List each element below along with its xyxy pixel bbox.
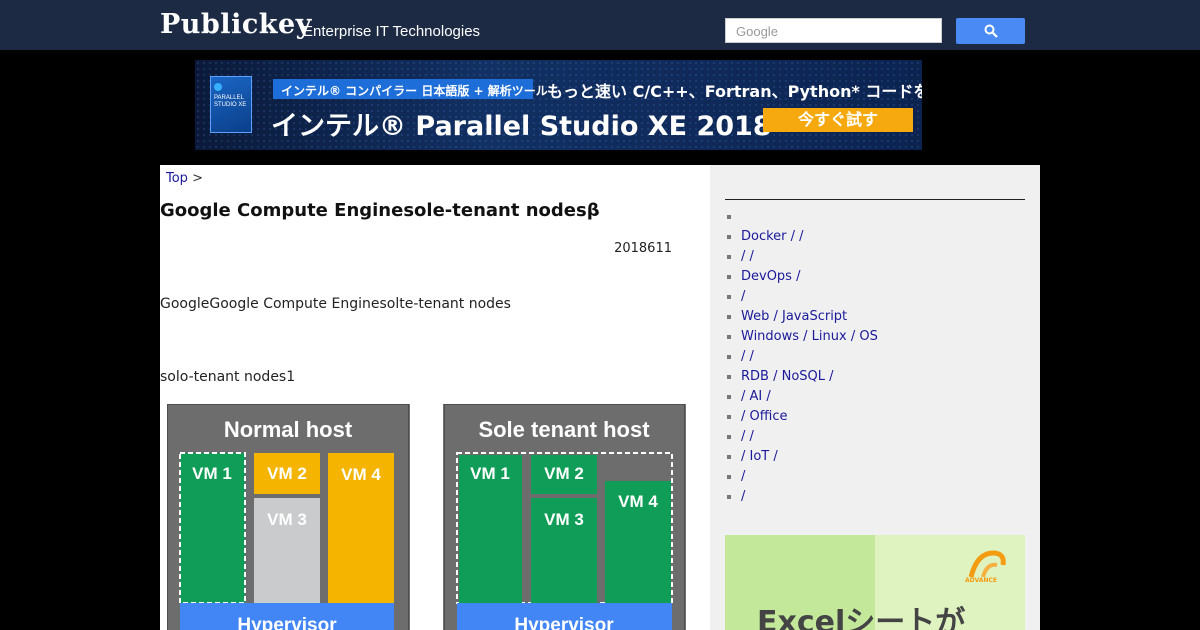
category-item[interactable]: RDB / NoSQL /: [725, 367, 878, 387]
article-title: Google Compute Enginesole-tenant nodesβ: [160, 200, 600, 221]
article-date: 2018611: [614, 241, 672, 256]
category-item[interactable]: / Office: [725, 407, 878, 427]
normal-vm1-label: VM 1: [192, 464, 232, 483]
banner-cta-button[interactable]: 今すぐ試す: [763, 108, 913, 132]
category-item[interactable]: / /: [725, 347, 878, 367]
category-item[interactable]: / /: [725, 247, 878, 267]
category-link[interactable]: Web / JavaScript: [741, 309, 847, 324]
sidebar-ad[interactable]: ADVANCE Excelシートが: [725, 535, 1025, 630]
category-link[interactable]: / IoT /: [741, 449, 778, 464]
category-item[interactable]: /: [725, 287, 878, 307]
search-button[interactable]: [956, 18, 1025, 44]
ad-banner[interactable]: PARALLEL STUDIO XE インテル® コンパイラー 日本語版 + 解…: [195, 60, 922, 150]
category-link[interactable]: /: [741, 489, 745, 504]
sole-vm4-label: VM 4: [618, 492, 658, 511]
category-link[interactable]: / /: [741, 349, 754, 364]
sidebar-ad-text: Excelシートが: [757, 605, 966, 630]
category-item[interactable]: /: [725, 487, 878, 507]
category-list: Docker / / / / DevOps / / Web / JavaScript…: [725, 207, 878, 507]
banner-pill: インテル® コンパイラー 日本語版 + 解析ツール: [273, 79, 548, 99]
category-item[interactable]: Docker / /: [725, 227, 878, 247]
breadcrumb: Top >: [166, 171, 203, 186]
product-box-image: PARALLEL STUDIO XE: [210, 76, 252, 133]
intel-logo-icon: [214, 83, 222, 91]
banner-title: インテル® Parallel Studio XE 2018: [271, 111, 772, 142]
category-link[interactable]: / AI /: [741, 389, 771, 404]
sole-hypervisor-label: Hypervisor: [514, 615, 614, 630]
normal-hypervisor-label: Hypervisor: [237, 615, 337, 630]
category-link[interactable]: Windows / Linux / OS: [741, 329, 878, 344]
box-label: PARALLEL STUDIO XE: [214, 95, 247, 108]
category-link[interactable]: /: [741, 469, 745, 484]
normal-vm2-label: VM 2: [267, 464, 307, 483]
site-logo[interactable]: Publickey: [160, 9, 312, 40]
normal-vm3-label: VM 3: [267, 510, 307, 529]
category-link[interactable]: / /: [741, 249, 754, 264]
category-item[interactable]: [725, 207, 878, 227]
sidebar: Docker / / / / DevOps / / Web / JavaScript…: [710, 165, 1040, 630]
article-main: Top > Google Compute Enginesole-tenant n…: [160, 165, 710, 630]
normal-host-title: Normal host: [224, 417, 353, 442]
search-icon: [984, 24, 998, 38]
category-item[interactable]: / IoT /: [725, 447, 878, 467]
category-link[interactable]: / Office: [741, 409, 787, 424]
sole-vm3-label: VM 3: [544, 510, 584, 529]
breadcrumb-separator: >: [192, 171, 203, 186]
category-item[interactable]: /: [725, 467, 878, 487]
category-link[interactable]: /: [741, 289, 745, 304]
category-item[interactable]: / /: [725, 427, 878, 447]
category-item[interactable]: Windows / Linux / OS: [725, 327, 878, 347]
sole-vm2-label: VM 2: [544, 464, 584, 483]
sidebar-divider: [725, 199, 1025, 200]
article-paragraph-1: GoogleGoogle Compute Enginesolte-tenant …: [160, 296, 511, 312]
top-bar: Publickey Enterprise IT Technologies Goo…: [0, 0, 1200, 50]
host-diagram: Normal host VM 1 VM 2 VM 3 VM 4 Hypervis…: [167, 404, 686, 630]
advance-logo-text: ADVANCE: [965, 577, 998, 584]
sole-vm1-label: VM 1: [470, 464, 510, 483]
search-input[interactable]: Google: [725, 18, 942, 43]
category-item[interactable]: DevOps /: [725, 267, 878, 287]
category-link[interactable]: Docker / /: [741, 229, 804, 244]
category-link[interactable]: / /: [741, 429, 754, 444]
category-link[interactable]: DevOps /: [741, 269, 800, 284]
article-paragraph-2: solo-tenant nodes1: [160, 369, 296, 385]
category-item[interactable]: / AI /: [725, 387, 878, 407]
category-item[interactable]: Web / JavaScript: [725, 307, 878, 327]
breadcrumb-top-link[interactable]: Top: [166, 171, 188, 186]
normal-vm4-label: VM 4: [341, 465, 381, 484]
category-link[interactable]: RDB / NoSQL /: [741, 369, 834, 384]
sole-tenant-host-title: Sole tenant host: [478, 417, 650, 442]
banner-subtitle: もっと速い C/C++、Fortran、Python* コードを開発: [547, 82, 922, 101]
site-tagline: Enterprise IT Technologies: [303, 23, 481, 40]
